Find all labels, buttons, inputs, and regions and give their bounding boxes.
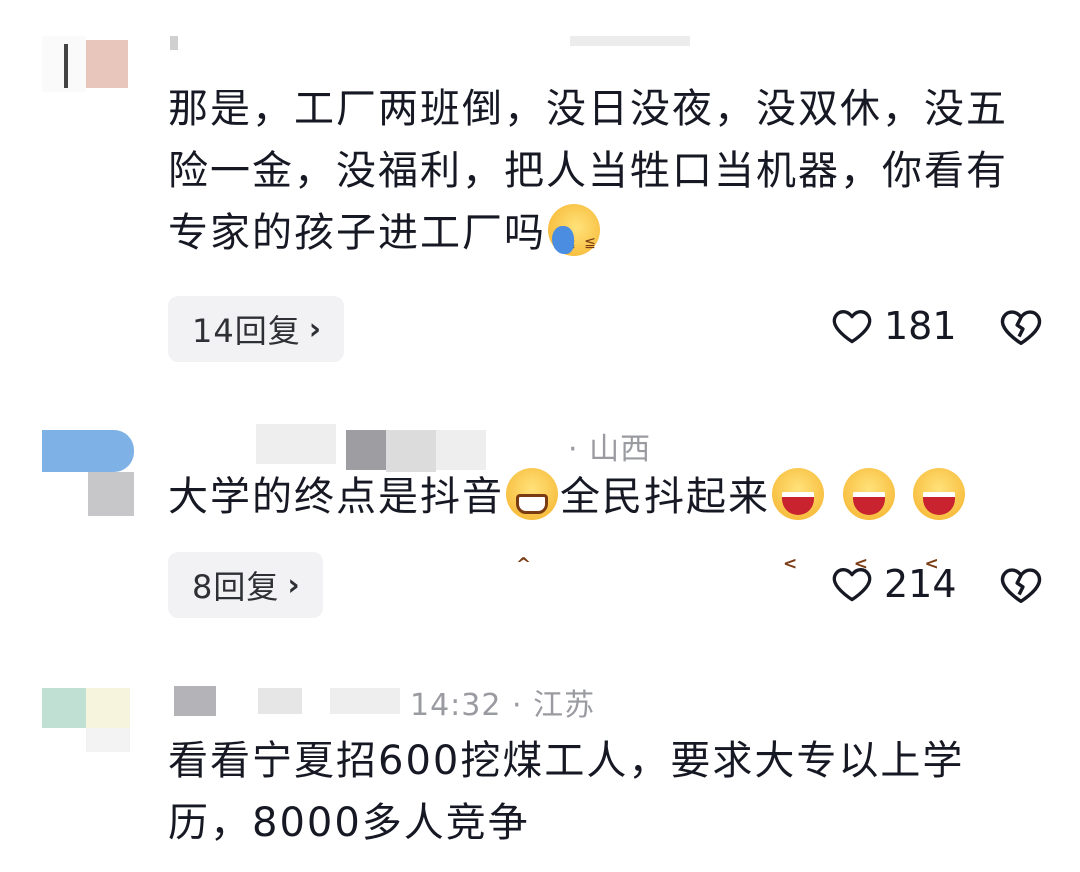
comment-text: 大学的终点是抖音 全民抖起来 [168,466,1048,596]
broken-heart-icon[interactable] [998,562,1044,608]
comment-text-part-2: 全民抖起来 [560,474,770,520]
comment-timestamp-location: 14:32 · 江苏 [410,688,596,723]
avatar[interactable] [42,688,130,752]
heart-icon [832,310,872,344]
comment-text-content: 看看宁夏招600挖煤工人，要求大专以上学历，8000多人竞争 [168,738,965,846]
broken-heart-icon[interactable] [998,304,1044,350]
comment-meta [170,22,690,62]
heart-icon [832,568,872,602]
comment-text: 看看宁夏招600挖煤工人，要求大专以上学历，8000多人竞争 [168,730,1048,854]
chevron-right-icon: › [287,567,301,603]
view-replies-button[interactable]: 8回复 › [168,552,323,618]
view-replies-button[interactable]: 14回复 › [168,296,345,362]
reply-count-label: 14回复 [192,312,301,350]
like-count: 214 [884,562,957,606]
comment-location: · 山西 [568,432,652,467]
cry-icon [548,204,600,274]
like-button[interactable]: 214 [830,562,957,606]
comment-meta: 14:32 · 江苏 [170,680,690,723]
reply-count-label: 8回复 [192,568,280,606]
avatar[interactable] [42,36,132,92]
grin-icon [506,468,558,596]
chevron-right-icon: › [308,311,323,347]
like-button[interactable]: 181 [830,304,957,348]
like-count: 181 [884,304,957,348]
comment-text-part-1: 大学的终点是抖音 [168,474,504,520]
laugh-icon [913,468,966,595]
comment-text: 那是，工厂两班倒，没日没夜，没双休，没五险一金，没福利，把人当牲口当机器，你看有… [168,78,1048,274]
comment-meta: · 山西 [170,424,690,472]
avatar[interactable] [42,430,134,516]
laugh-icon [842,468,895,595]
laugh-icon [772,468,824,595]
